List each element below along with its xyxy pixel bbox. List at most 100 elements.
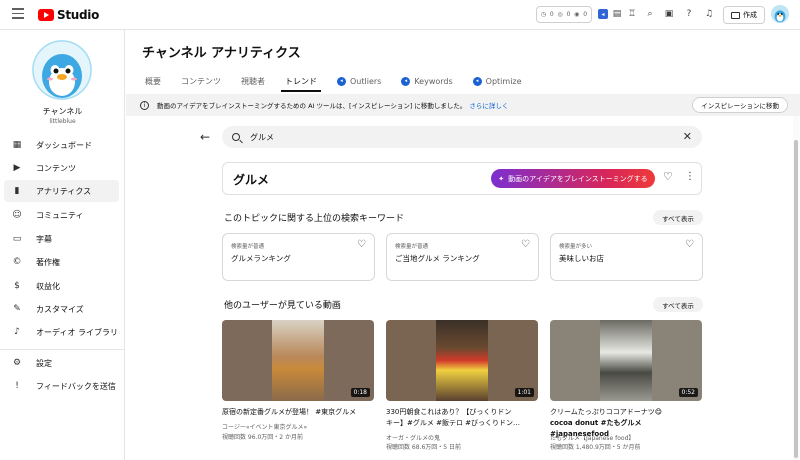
video-title-line: クリームたっぷりココアドーナツ😋 [550, 408, 663, 416]
sidebar-item-subtitles[interactable]: ▭ 字幕 [4, 228, 119, 250]
sidebar-item-customize[interactable]: ✎ カスタマイズ [4, 298, 119, 320]
community-icon: ☺ [12, 210, 22, 220]
close-icon[interactable]: ✕ [683, 130, 692, 143]
sparkle-icon: ✦ [498, 174, 505, 183]
sidebar-item-community[interactable]: ☺ コミュニティ [4, 204, 119, 226]
subscribers-icon: ◉ [574, 11, 580, 18]
info-banner: i 動画のアイデアをブレインストーミングするための AI ツールは、[インスピレ… [126, 94, 800, 116]
thumbnail-image [436, 320, 488, 401]
video-channel[interactable]: たもグルメ【Japanese food】 [550, 433, 634, 442]
sidebar-item-label: アナリティクス [36, 186, 92, 196]
heart-icon[interactable]: ♡ [521, 239, 530, 250]
heart-icon[interactable]: ♡ [685, 239, 694, 250]
video-title: 原宿の新定番グルメが登場！ #東京グルメ [222, 407, 374, 418]
keyword-text: グルメランキング [231, 254, 291, 263]
heart-icon[interactable]: ♡ [357, 239, 366, 250]
bell-icon[interactable]: ♫ [703, 8, 715, 20]
tab-overview[interactable]: 概要 [135, 70, 171, 92]
video-meta: 視聴回数 1,480.9万回・5 か月前 [550, 444, 641, 451]
sidebar-item-label: 設定 [36, 358, 52, 368]
video-duration: 1:01 [514, 388, 534, 397]
go-to-inspiration-button[interactable]: インスピレーションに移動 [692, 97, 788, 113]
page-title: チャンネル アナリティクス [142, 46, 301, 61]
sidebar-item-dashboard[interactable]: ▦ ダッシュボード [4, 134, 119, 156]
sidebar-item-settings[interactable]: ⚙ 設定 [4, 352, 119, 374]
keyword-card[interactable]: 検索量が多い 美味しいお店 ♡ [550, 233, 703, 281]
video-channel[interactable]: コージー«イベント東京グルメ» [222, 422, 307, 431]
tab-audience[interactable]: 視聴者 [231, 70, 275, 92]
studio-logo[interactable]: Studio [38, 8, 99, 22]
topic-search-input[interactable]: グルメ ✕ [222, 126, 702, 148]
help-icon[interactable]: ? [683, 8, 695, 20]
settings-icon: ⚙ [12, 358, 22, 368]
sidebar-item-label: オーディオ ライブラリ [36, 327, 118, 337]
sidebar-item-label: コミュニティ [36, 210, 84, 220]
search-icon[interactable]: ⌕ [644, 8, 656, 20]
news-icon[interactable]: ▤ [611, 8, 623, 20]
stat-value: 0 [583, 11, 588, 18]
tab-content[interactable]: コンテンツ [171, 70, 231, 92]
video-thumbnail[interactable]: 0:18 [222, 320, 374, 401]
sidebar-item-label: カスタマイズ [36, 304, 84, 314]
create-label: 作成 [743, 11, 757, 19]
top-bar: Studio ◷ 0 ◎ 0 ◉ 0 ◂ ▤ ♖ ⌕ ▣ ? ♫ 作成 [0, 0, 800, 30]
search-icon [232, 133, 240, 141]
tab-label: 視聴者 [241, 76, 265, 86]
sidebar-item-monetization[interactable]: $ 収益化 [4, 275, 119, 297]
keyword-card[interactable]: 検索量が普通 ご当地グルメ ランキング ♡ [386, 233, 539, 281]
search-value[interactable]: グルメ [250, 132, 274, 143]
trophy-icon[interactable]: ♖ [626, 8, 638, 20]
monetization-icon: $ [14, 281, 20, 291]
heart-icon[interactable]: ♡ [663, 170, 673, 183]
topic-title: グルメ [233, 173, 270, 187]
video-title-line: キー】#グルメ #飯テロ #びっくりドン… [386, 419, 521, 427]
video-thumbnail[interactable]: 0:52 [550, 320, 702, 401]
sidebar-item-label: 収益化 [36, 281, 60, 291]
speech-icon[interactable]: ◂ [598, 9, 608, 19]
topic-card: グルメ ✦ 動画のアイデアをブレインストーミングする ♡ ⋮ [222, 162, 702, 195]
tab-label: トレンド [285, 76, 317, 86]
penguin-avatar-icon [774, 10, 786, 23]
brainstorm-label: 動画のアイデアをブレインストーミングする [508, 174, 648, 183]
menu-icon[interactable] [12, 8, 24, 19]
more-vert-icon[interactable]: ⋮ [685, 171, 695, 182]
sidebar-item-send-feedback[interactable]: ! フィードバックを送信 [4, 375, 119, 397]
back-arrow-icon[interactable]: ← [200, 130, 210, 144]
video-thumbnail[interactable]: 1:01 [386, 320, 538, 401]
tab-optimize[interactable]: ◂ Optimize [463, 70, 532, 92]
scrollbar-thumb[interactable] [794, 140, 798, 458]
sidebar-divider [0, 349, 125, 350]
videos-show-all-button[interactable]: すべて表示 [653, 297, 703, 312]
tab-label: Optimize [485, 76, 522, 86]
feedback-icon[interactable]: ▣ [663, 8, 675, 20]
tab-outliers[interactable]: ◂ Outliers [327, 70, 391, 92]
sidebar-item-copyright[interactable]: © 著作権 [4, 251, 119, 273]
keywords-show-all-button[interactable]: すべて表示 [653, 210, 703, 225]
search-volume-label: 検索量が普通 [395, 244, 429, 250]
tab-label: 概要 [145, 76, 161, 86]
thumbnail-image [600, 320, 652, 401]
brainstorm-ideas-button[interactable]: ✦ 動画のアイデアをブレインストーミングする [491, 169, 655, 188]
create-button[interactable]: 作成 [723, 6, 765, 24]
video-channel[interactable]: オーガ・グルメの鬼 [386, 433, 440, 442]
account-avatar[interactable] [771, 5, 789, 23]
sidebar-item-audio-library[interactable]: ♪ オーディオ ライブラリ [4, 321, 119, 343]
channel-avatar[interactable] [32, 40, 92, 100]
tab-trends[interactable]: トレンド [275, 70, 327, 92]
sidebar-item-analytics[interactable]: ▮ アナリティクス [4, 180, 119, 202]
dashboard-icon: ▦ [12, 140, 22, 150]
customize-icon: ✎ [13, 304, 21, 314]
banner-text: 動画のアイデアをブレインストーミングするための AI ツールは、[インスピレーシ… [157, 102, 467, 110]
keyword-card[interactable]: 検索量が普通 グルメランキング ♡ [222, 233, 375, 281]
realtime-stats-pill[interactable]: ◷ 0 ◎ 0 ◉ 0 [536, 6, 592, 23]
video-duration: 0:52 [678, 388, 698, 397]
tab-keywords[interactable]: ◂ Keywords [391, 70, 462, 92]
tab-label: Keywords [414, 76, 453, 86]
extension-badge-icon: ◂ [401, 76, 411, 86]
audio-library-icon: ♪ [14, 327, 20, 337]
analytics-tabs: 概要 コンテンツ 視聴者 トレンド ◂ Outliers ◂ Keywords ◂ O… [135, 70, 532, 92]
thumbnail-image [272, 320, 324, 401]
sidebar-item-content[interactable]: ▶ コンテンツ [4, 157, 119, 179]
learn-more-link[interactable]: さらに詳しく [469, 100, 508, 110]
channel-handle: littleblue [49, 118, 76, 125]
